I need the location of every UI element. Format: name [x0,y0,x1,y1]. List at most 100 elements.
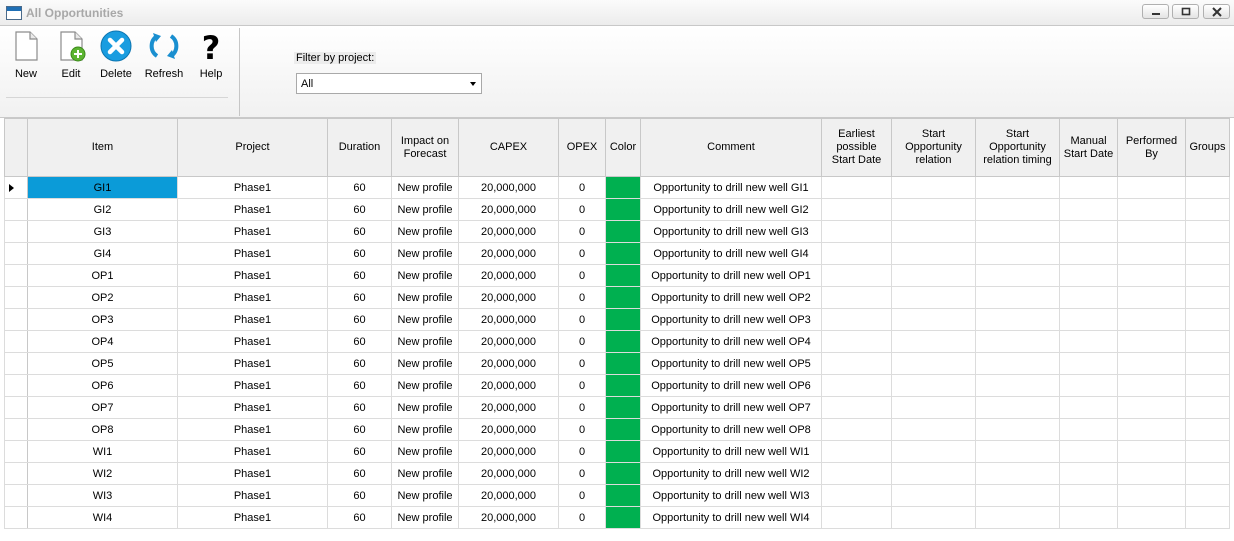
edit-button[interactable]: Edit [53,30,89,80]
maximize-button[interactable] [1172,4,1199,19]
cell-comment[interactable]: Opportunity to drill new well OP1 [640,264,822,287]
cell-performed-by[interactable] [1117,440,1186,463]
opportunities-grid[interactable]: Item Project Duration Impact on Forecast… [0,118,1234,541]
cell-duration[interactable]: 60 [327,484,392,507]
cell-start-relation-timing[interactable] [975,220,1060,243]
cell-comment[interactable]: Opportunity to drill new well GI4 [640,242,822,265]
table-row[interactable]: OP4 Phase1 60 New profile 20,000,000 0 Opportu… [4,330,1230,353]
cell-comment[interactable]: Opportunity to drill new well WI3 [640,484,822,507]
cell-item[interactable]: OP2 [27,286,178,309]
cell-performed-by[interactable] [1117,198,1186,221]
cell-groups[interactable] [1185,242,1230,265]
refresh-button[interactable]: Refresh [143,30,185,80]
cell-comment[interactable]: Opportunity to drill new well GI1 [640,176,822,199]
cell-duration[interactable]: 60 [327,330,392,353]
cell-manual-start[interactable] [1059,462,1118,485]
cell-start-relation-timing[interactable] [975,264,1060,287]
cell-comment[interactable]: Opportunity to drill new well WI2 [640,462,822,485]
cell-performed-by[interactable] [1117,462,1186,485]
cell-project[interactable]: Phase1 [177,374,328,397]
cell-earliest-start[interactable] [821,418,892,441]
cell-item[interactable]: GI4 [27,242,178,265]
cell-project[interactable]: Phase1 [177,462,328,485]
cell-impact[interactable]: New profile [391,506,459,529]
table-row[interactable]: OP3 Phase1 60 New profile 20,000,000 0 Opportu… [4,308,1230,331]
cell-capex[interactable]: 20,000,000 [458,308,559,331]
cell-performed-by[interactable] [1117,484,1186,507]
cell-groups[interactable] [1185,220,1230,243]
table-row[interactable]: OP7 Phase1 60 New profile 20,000,000 0 Opportu… [4,396,1230,419]
cell-impact[interactable]: New profile [391,330,459,353]
cell-opex[interactable]: 0 [558,308,606,331]
cell-groups[interactable] [1185,462,1230,485]
cell-impact[interactable]: New profile [391,242,459,265]
cell-comment[interactable]: Opportunity to drill new well OP8 [640,418,822,441]
cell-capex[interactable]: 20,000,000 [458,220,559,243]
cell-impact[interactable]: New profile [391,198,459,221]
help-button[interactable]: ? Help [195,30,227,80]
cell-item[interactable]: OP3 [27,308,178,331]
cell-impact[interactable]: New profile [391,220,459,243]
cell-project[interactable]: Phase1 [177,484,328,507]
cell-earliest-start[interactable] [821,374,892,397]
cell-item[interactable]: WI3 [27,484,178,507]
cell-capex[interactable]: 20,000,000 [458,462,559,485]
cell-impact[interactable]: New profile [391,374,459,397]
column-header-project[interactable]: Project [177,118,328,177]
column-header-groups[interactable]: Groups [1185,118,1230,177]
cell-comment[interactable]: Opportunity to drill new well GI3 [640,220,822,243]
cell-earliest-start[interactable] [821,462,892,485]
column-header-item[interactable]: Item [27,118,178,177]
column-header-performed-by[interactable]: Performed By [1117,118,1186,177]
cell-manual-start[interactable] [1059,352,1118,375]
cell-color[interactable] [605,330,641,353]
cell-capex[interactable]: 20,000,000 [458,176,559,199]
cell-start-relation[interactable] [891,440,976,463]
cell-groups[interactable] [1185,198,1230,221]
column-header-start-relation-timing[interactable]: Start Opportunity relation timing [975,118,1060,177]
cell-color[interactable] [605,264,641,287]
cell-capex[interactable]: 20,000,000 [458,242,559,265]
cell-capex[interactable]: 20,000,000 [458,286,559,309]
cell-impact[interactable]: New profile [391,484,459,507]
cell-item[interactable]: WI2 [27,462,178,485]
cell-comment[interactable]: Opportunity to drill new well GI2 [640,198,822,221]
cell-start-relation-timing[interactable] [975,462,1060,485]
cell-capex[interactable]: 20,000,000 [458,506,559,529]
cell-impact[interactable]: New profile [391,352,459,375]
cell-opex[interactable]: 0 [558,264,606,287]
cell-color[interactable] [605,286,641,309]
cell-capex[interactable]: 20,000,000 [458,374,559,397]
cell-opex[interactable]: 0 [558,484,606,507]
cell-opex[interactable]: 0 [558,242,606,265]
cell-capex[interactable]: 20,000,000 [458,440,559,463]
cell-start-relation-timing[interactable] [975,374,1060,397]
cell-start-relation-timing[interactable] [975,330,1060,353]
cell-opex[interactable]: 0 [558,506,606,529]
project-filter-select[interactable]: All [296,73,482,94]
cell-opex[interactable]: 0 [558,374,606,397]
column-header-color[interactable]: Color [605,118,641,177]
cell-duration[interactable]: 60 [327,506,392,529]
table-row[interactable]: GI1 Phase1 60 New profile 20,000,000 0 Opportu… [4,176,1230,199]
cell-color[interactable] [605,440,641,463]
table-row[interactable]: WI4 Phase1 60 New profile 20,000,000 0 Opportu… [4,506,1230,529]
cell-comment[interactable]: Opportunity to drill new well OP3 [640,308,822,331]
row-header[interactable] [4,198,28,221]
cell-earliest-start[interactable] [821,506,892,529]
cell-duration[interactable]: 60 [327,418,392,441]
cell-impact[interactable]: New profile [391,264,459,287]
cell-project[interactable]: Phase1 [177,198,328,221]
cell-start-relation-timing[interactable] [975,418,1060,441]
column-header-earliest-start[interactable]: Earliest possible Start Date [821,118,892,177]
table-row[interactable]: GI4 Phase1 60 New profile 20,000,000 0 Opportu… [4,242,1230,265]
cell-duration[interactable]: 60 [327,462,392,485]
cell-manual-start[interactable] [1059,308,1118,331]
cell-groups[interactable] [1185,352,1230,375]
cell-groups[interactable] [1185,176,1230,199]
cell-start-relation-timing[interactable] [975,308,1060,331]
cell-color[interactable] [605,242,641,265]
cell-start-relation-timing[interactable] [975,176,1060,199]
cell-item[interactable]: OP4 [27,330,178,353]
cell-project[interactable]: Phase1 [177,264,328,287]
